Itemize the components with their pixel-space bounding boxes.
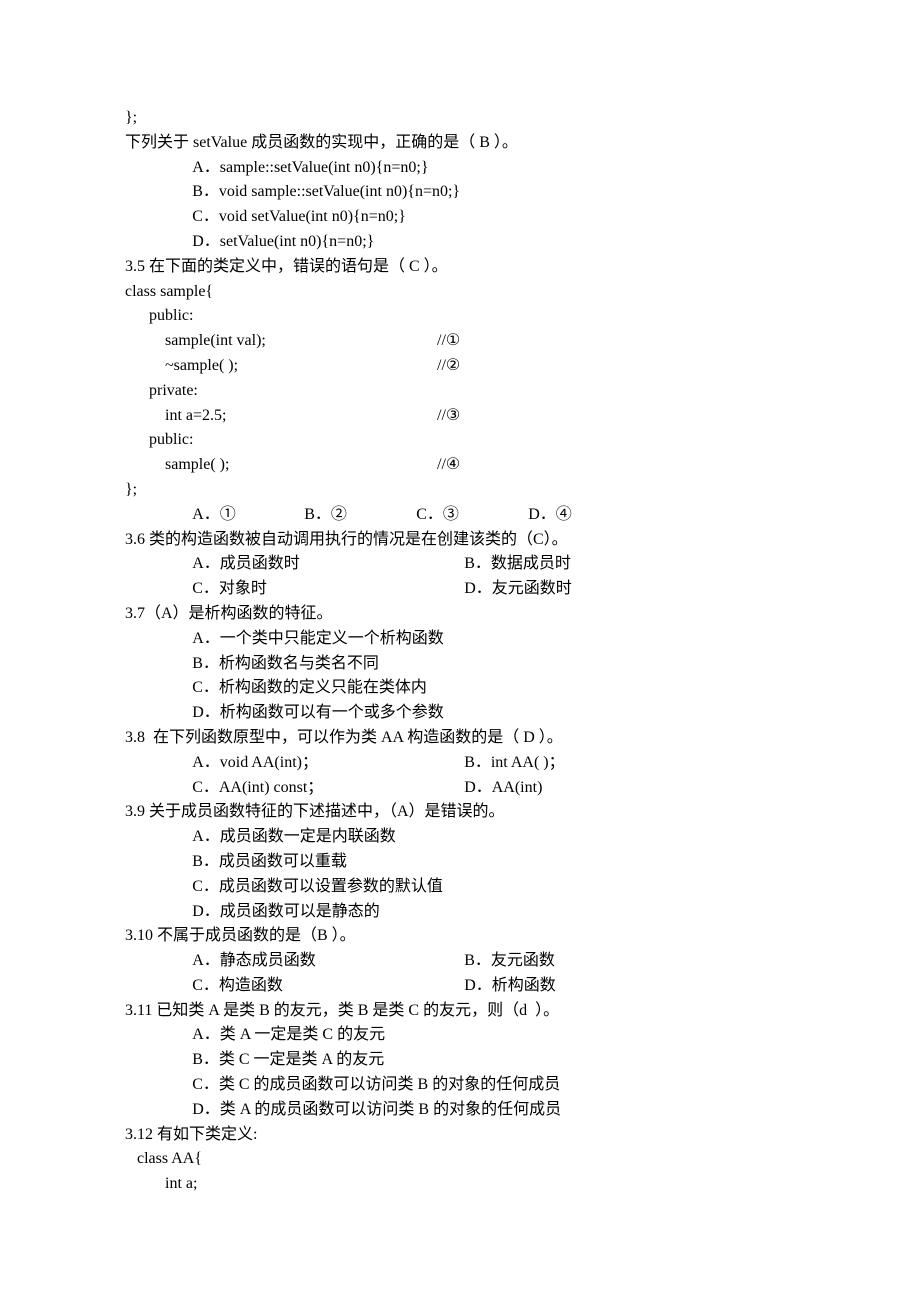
option-row: A．void AA(int)； B．int AA( )； (125, 751, 795, 776)
option-d: D．setValue(int n0){n=n0;} (125, 230, 795, 255)
question-3-7: 3.7（A）是析构函数的特征。 (125, 602, 795, 627)
option-b: B．② (304, 503, 416, 528)
option-a: A．void AA(int)； (192, 751, 464, 776)
option-d: D．④ (528, 503, 640, 528)
option-b: B．友元函数 (464, 949, 795, 974)
code-line: int a=2.5; //③ (125, 404, 795, 429)
question-3-8: 3.8 在下列函数原型中，可以作为类 AA 构造函数的是（ D ）。 (125, 726, 795, 751)
option-a: A．类 A 一定是类 C 的友元 (125, 1023, 795, 1048)
option-row: A．静态成员函数 B．友元函数 (125, 949, 795, 974)
option-row: A．成员函数时 B．数据成员时 (125, 552, 795, 577)
option-row: C．构造函数 D．析构函数 (125, 974, 795, 999)
option-d: D．析构函数 (464, 974, 795, 999)
code-line: sample(int val); //① (125, 329, 795, 354)
code-text: sample(int val); (165, 329, 437, 354)
code-comment: //③ (437, 404, 795, 429)
option-b: B．int AA( )； (464, 751, 795, 776)
code-line: public: (125, 428, 795, 453)
code-line: ~sample( ); //② (125, 354, 795, 379)
option-c: C．void setValue(int n0){n=n0;} (125, 205, 795, 230)
code-line: class AA{ (125, 1147, 795, 1172)
option-d: D．AA(int) (464, 776, 795, 801)
code-line: }; (125, 478, 795, 503)
code-text: sample( ); (165, 453, 437, 478)
option-a: A．sample::setValue(int n0){n=n0;} (125, 156, 795, 181)
option-c: C．AA(int) const； (192, 776, 464, 801)
code-text: ~sample( ); (165, 354, 437, 379)
option-d: D．成员函数可以是静态的 (125, 900, 795, 925)
code-comment: //④ (437, 453, 795, 478)
code-text: int a=2.5; (165, 404, 437, 429)
option-b: B．类 C 一定是类 A 的友元 (125, 1048, 795, 1073)
option-a: A．一个类中只能定义一个析构函数 (125, 627, 795, 652)
option-d: D．友元函数时 (464, 577, 795, 602)
option-d: D．析构函数可以有一个或多个参数 (125, 701, 795, 726)
code-line: public: (125, 304, 795, 329)
option-c: C．类 C 的成员函数可以访问类 B 的对象的任何成员 (125, 1073, 795, 1098)
option-row: C．对象时 D．友元函数时 (125, 577, 795, 602)
option-c: C．对象时 (192, 577, 464, 602)
option-row: A．① B．② C．③ D．④ (125, 503, 795, 528)
question-3-11: 3.11 已知类 A 是类 B 的友元，类 B 是类 C 的友元，则（d ）。 (125, 999, 795, 1024)
option-c: C．析构函数的定义只能在类体内 (125, 676, 795, 701)
question-3-10: 3.10 不属于成员函数的是（B ）。 (125, 924, 795, 949)
option-a: A．成员函数时 (192, 552, 464, 577)
question-3-6: 3.6 类的构造函数被自动调用执行的情况是在创建该类的（C）。 (125, 528, 795, 553)
option-d: D．类 A 的成员函数可以访问类 B 的对象的任何成员 (125, 1098, 795, 1123)
code-comment: //② (437, 354, 795, 379)
question-3-9: 3.9 关于成员函数特征的下述描述中，（A）是错误的。 (125, 800, 795, 825)
option-b: B．析构函数名与类名不同 (125, 652, 795, 677)
question-stem: 下列关于 setValue 成员函数的实现中，正确的是（ B ）。 (125, 131, 795, 156)
code-line: class sample{ (125, 280, 795, 305)
option-c: C．构造函数 (192, 974, 464, 999)
option-a: A．成员函数一定是内联函数 (125, 825, 795, 850)
option-row: C．AA(int) const； D．AA(int) (125, 776, 795, 801)
option-c: C．成员函数可以设置参数的默认值 (125, 875, 795, 900)
document-page: }; 下列关于 setValue 成员函数的实现中，正确的是（ B ）。 A．s… (0, 0, 920, 1302)
code-line: int a; (125, 1172, 795, 1197)
code-line: sample( ); //④ (125, 453, 795, 478)
option-b: B．数据成员时 (464, 552, 795, 577)
question-3-5: 3.5 在下面的类定义中，错误的语句是（ C ）。 (125, 255, 795, 280)
option-c: C．③ (416, 503, 528, 528)
option-b: B．成员函数可以重载 (125, 850, 795, 875)
option-b: B．void sample::setValue(int n0){n=n0;} (125, 180, 795, 205)
option-a: A．① (192, 503, 304, 528)
option-a: A．静态成员函数 (192, 949, 464, 974)
code-line: }; (125, 106, 795, 131)
question-3-12: 3.12 有如下类定义: (125, 1123, 795, 1148)
code-line: private: (125, 379, 795, 404)
code-comment: //① (437, 329, 795, 354)
